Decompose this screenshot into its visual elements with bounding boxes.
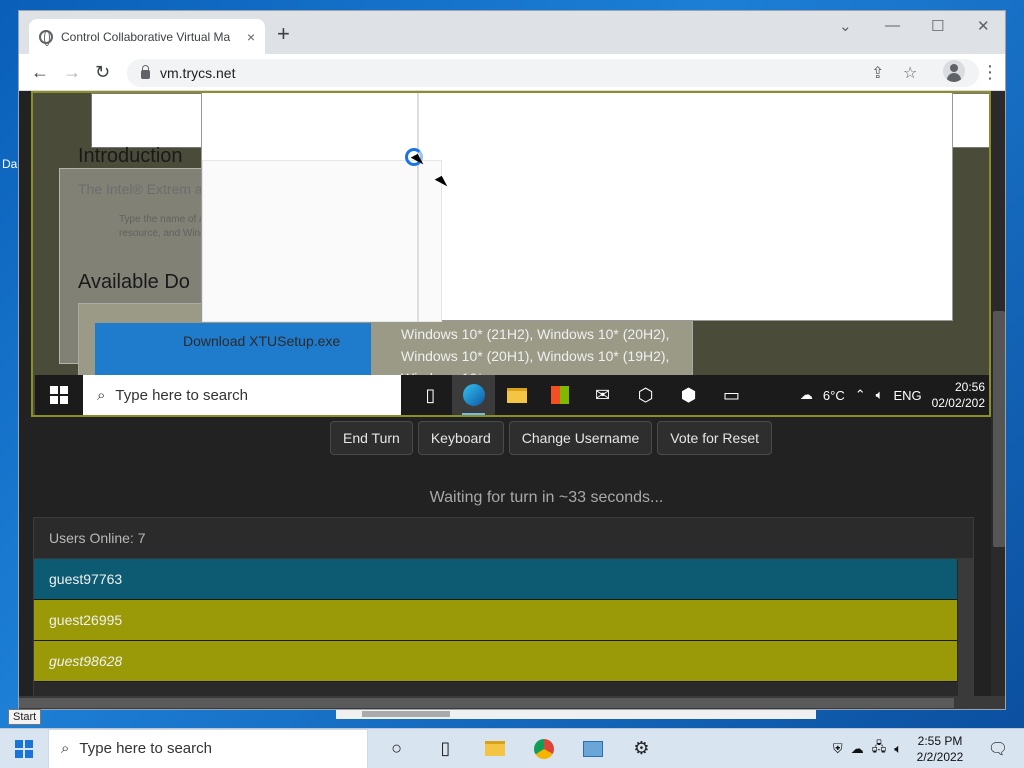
close-tab-icon[interactable]: × xyxy=(247,29,255,45)
vm-system-tray: ☁ 6°C ⌃ 🔈︎ ENG 20:56 02/02/202 xyxy=(799,379,989,411)
share-icon[interactable]: ⇪ xyxy=(871,63,884,83)
user-row[interactable]: guest26995 xyxy=(34,600,957,641)
windows-logo-icon xyxy=(15,739,33,758)
file-explorer-icon[interactable] xyxy=(470,729,519,768)
pane-divider xyxy=(417,93,419,322)
app-icon[interactable]: ⬢ xyxy=(667,375,710,415)
system-tray: ⛨ ☁ 🖧︎ 🔈︎ 2:55 PM 2/2/2022 🗨︎ xyxy=(833,729,1024,768)
search-icon: ⌕ xyxy=(97,386,106,404)
network-icon[interactable]: 🖧︎ xyxy=(872,738,887,760)
maximize-button[interactable]: ☐ xyxy=(931,17,944,35)
change-username-button[interactable]: Change Username xyxy=(508,421,653,455)
outer-horizontal-scrollbar-thumb[interactable] xyxy=(362,711,450,717)
desktop-icon-label: Da xyxy=(2,157,18,171)
security-shield-icon[interactable]: ⛨ xyxy=(833,741,843,757)
app-window-icon[interactable]: ▭ xyxy=(710,375,753,415)
vm-start-button[interactable] xyxy=(35,375,83,415)
volume-muted-icon[interactable]: 🔈︎ xyxy=(894,741,902,757)
chrome-icon[interactable] xyxy=(519,729,568,768)
close-window-button[interactable]: ✕ xyxy=(977,17,990,35)
chevron-up-icon[interactable]: ⌃ xyxy=(855,387,866,403)
new-tab-button[interactable]: + xyxy=(277,21,290,47)
users-scrollbar[interactable] xyxy=(958,559,973,709)
lock-icon xyxy=(141,65,150,79)
taskbar-date: 2/2/2022 xyxy=(916,749,964,764)
virtualbox-icon[interactable]: ⬡ xyxy=(624,375,667,415)
address-bar[interactable]: vm.trycs.net ⇪ ☆ xyxy=(127,59,979,87)
cortana-icon[interactable]: ○ xyxy=(372,729,421,768)
download-label: Download XTUSetup.exe xyxy=(183,333,341,349)
host-taskbar: ⌕ Type here to search ○ ▯ ⚙ ⛨ ☁ 🖧︎ 🔈︎ 2:… xyxy=(0,728,1024,768)
task-view-icon[interactable]: ▯ xyxy=(421,729,470,768)
user-row[interactable]: guest97763 xyxy=(34,559,957,600)
mail-icon[interactable]: ✉ xyxy=(581,375,624,415)
url-text: vm.trycs.net xyxy=(160,65,236,81)
taskbar-search-placeholder: Type here to search xyxy=(79,740,212,757)
tab-search-icon[interactable]: ⌄ xyxy=(839,17,852,35)
bookmark-star-icon[interactable]: ☆ xyxy=(903,63,917,83)
start-tooltip: Start xyxy=(8,709,42,725)
vote-reset-button[interactable]: Vote for Reset xyxy=(657,421,772,455)
control-buttons: End Turn Keyboard Change Username Vote f… xyxy=(19,421,1005,461)
store-icon[interactable] xyxy=(538,375,581,415)
vm-date: 02/02/202 xyxy=(931,396,985,410)
keyboard-button[interactable]: Keyboard xyxy=(417,421,504,455)
notification-icon[interactable]: 🗨︎ xyxy=(978,729,1018,768)
horizontal-scrollbar-thumb[interactable] xyxy=(19,698,954,708)
edge-icon[interactable] xyxy=(452,375,495,415)
reload-button[interactable]: ↻ xyxy=(95,62,110,83)
forward-button[interactable]: → xyxy=(63,62,81,83)
browser-window: Control Collaborative Virtual Ma × + ⌄ —… xyxy=(18,10,1006,710)
file-explorer-icon[interactable] xyxy=(495,375,538,415)
vm-screen[interactable]: Introduction The Intel® Extrem a system.… xyxy=(31,91,991,417)
turn-status: Waiting for turn in ~33 seconds... xyxy=(429,489,664,506)
taskbar-search-box[interactable]: ⌕ Type here to search xyxy=(48,728,368,768)
profile-avatar-icon[interactable] xyxy=(943,60,965,82)
windows-logo-icon xyxy=(50,386,68,404)
minimize-button[interactable]: — xyxy=(885,17,900,34)
tab-title: Control Collaborative Virtual Ma xyxy=(61,29,231,44)
taskbar-time: 2:55 PM xyxy=(917,733,963,748)
menu-kebab-icon[interactable]: ⋮ xyxy=(981,62,999,83)
page-content: Introduction The Intel® Extrem a system.… xyxy=(19,91,1005,709)
users-panel: Users Online: 7 guest97763 guest26995 gu… xyxy=(33,517,974,709)
weather-cloud-icon: ☁ xyxy=(799,387,813,402)
browser-toolbar: ← → ↻ vm.trycs.net ⇪ ☆ ⋮ xyxy=(19,54,1005,91)
start-button[interactable] xyxy=(0,729,48,768)
globe-icon xyxy=(39,29,53,46)
vm-clock[interactable]: 20:56 02/02/202 xyxy=(932,379,985,411)
vm-time: 20:56 xyxy=(954,380,985,394)
available-downloads-heading: Available Do xyxy=(78,271,190,293)
taskbar-clock[interactable]: 2:55 PM 2/2/2022 xyxy=(910,733,970,765)
loading-pane xyxy=(202,160,442,322)
end-turn-button[interactable]: End Turn xyxy=(330,421,413,455)
language-indicator[interactable]: ENG xyxy=(893,388,921,403)
onedrive-icon[interactable]: ☁ xyxy=(851,741,864,757)
tab-strip: Control Collaborative Virtual Ma × + ⌄ —… xyxy=(19,11,1005,54)
page-scrollbar-thumb[interactable] xyxy=(993,311,1005,547)
search-icon: ⌕ xyxy=(61,740,70,757)
loading-window xyxy=(201,93,953,322)
volume-icon[interactable]: 🔈︎ xyxy=(876,387,884,403)
user-row[interactable]: guest98628 xyxy=(34,641,957,682)
intro-heading: Introduction xyxy=(78,145,183,167)
settings-gear-icon[interactable]: ⚙ xyxy=(617,729,666,768)
weather-temp: 6°C xyxy=(822,387,845,403)
vm-search-box[interactable]: ⌕ Type here to search xyxy=(83,375,401,415)
browser-tab[interactable]: Control Collaborative Virtual Ma × xyxy=(29,19,265,54)
control-panel-icon[interactable] xyxy=(568,729,617,768)
vm-search-placeholder: Type here to search xyxy=(115,386,248,404)
task-view-icon[interactable]: ▯ xyxy=(409,375,452,415)
users-header: Users Online: 7 xyxy=(34,518,973,559)
back-button[interactable]: ← xyxy=(31,62,49,83)
vm-taskbar: ⌕ Type here to search ▯ ✉ ⬡ ⬢ ▭ ☁ 6°C ⌃ xyxy=(35,375,989,415)
